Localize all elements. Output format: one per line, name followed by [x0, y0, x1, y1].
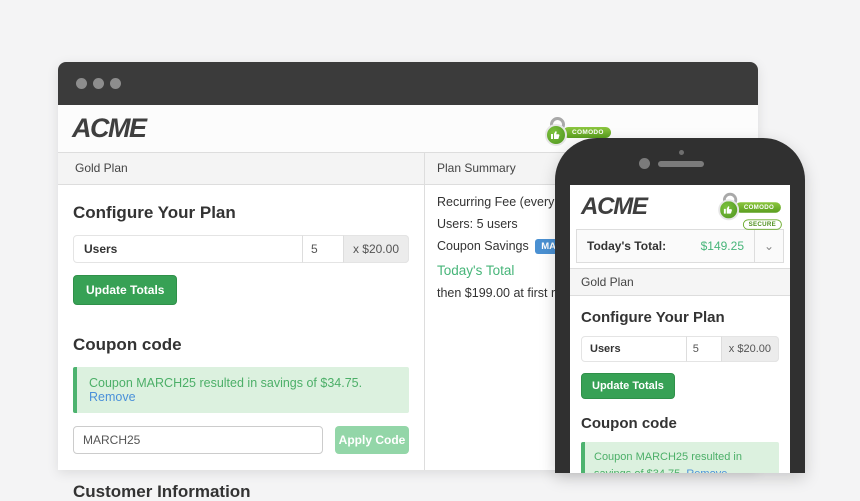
mobile-coupon-success-alert: Coupon MARCH25 resulted in savings of $3… [581, 442, 779, 473]
unit-price-addon: x $20.00 [343, 235, 409, 263]
mobile-total-value: $149.25 [700, 239, 744, 253]
unit-price-addon: x $20.00 [721, 336, 779, 362]
users-quantity-input[interactable] [301, 235, 344, 263]
comodo-label: COMODO [735, 202, 781, 213]
mobile-total-accordion[interactable]: Today's Total: $149.25 ⌄ [576, 229, 784, 263]
configure-plan-heading: Configure Your Plan [73, 203, 236, 222]
phone-sensor-icon [679, 150, 684, 155]
phone-speaker-icon [658, 161, 704, 167]
mobile-users-config-row: Users x $20.00 [581, 336, 779, 362]
mobile-coupon-code-heading: Coupon code [581, 415, 677, 432]
mobile-site-header: ACME COMODO SECURE [570, 185, 790, 230]
window-control-dot[interactable] [76, 78, 87, 89]
phone-screen: ACME COMODO SECURE Today's Total: $149.2… [570, 185, 790, 473]
coupon-code-heading: Coupon code [73, 335, 182, 354]
mobile-comodo-secure-badge: COMODO SECURE [718, 192, 782, 230]
plan-config-panel: Configure Your Plan Users x $20.00 Updat… [58, 185, 425, 501]
coupon-code-input[interactable] [73, 426, 323, 454]
mobile-plan-name-header: Gold Plan [570, 268, 790, 296]
window-control-dot[interactable] [110, 78, 121, 89]
mobile-total-label: Today's Total: [587, 239, 667, 253]
mobile-update-totals-button[interactable]: Update Totals [581, 373, 675, 399]
thumbs-up-icon [723, 206, 732, 214]
thumbs-up-icon [551, 131, 560, 139]
mobile-remove-coupon-link[interactable]: Remove [686, 468, 727, 474]
window-control-dot[interactable] [93, 78, 104, 89]
customer-information-heading: Customer Information [73, 482, 251, 501]
lock-body-icon [545, 124, 567, 146]
comodo-label: COMODO [563, 127, 611, 138]
apply-code-button[interactable]: Apply Code [335, 426, 409, 454]
users-label: Users [84, 242, 118, 256]
users-config-row: Users x $20.00 [73, 235, 409, 263]
users-label: Users [590, 343, 621, 355]
secure-label: SECURE [742, 219, 782, 230]
browser-titlebar [58, 62, 758, 105]
mobile-users-quantity-input[interactable] [685, 336, 722, 362]
update-totals-button[interactable]: Update Totals [73, 275, 178, 305]
phone-camera-icon [639, 158, 650, 169]
mobile-configure-plan-heading: Configure Your Plan [581, 309, 725, 326]
coupon-savings-label: Coupon Savings [437, 239, 529, 253]
plan-name-header: Gold Plan [58, 153, 425, 184]
lock-body-icon [718, 199, 740, 221]
coupon-alert-text: Coupon MARCH25 resulted in savings of $3… [89, 376, 363, 390]
remove-coupon-link[interactable]: Remove [89, 390, 136, 404]
mobile-brand-logo: ACME [581, 193, 648, 220]
brand-logo: ACME [72, 113, 147, 143]
chevron-down-icon[interactable]: ⌄ [754, 230, 783, 262]
coupon-success-alert: Coupon MARCH25 resulted in savings of $3… [73, 367, 409, 413]
phone-mockup: ACME COMODO SECURE Today's Total: $149.2… [555, 138, 805, 473]
